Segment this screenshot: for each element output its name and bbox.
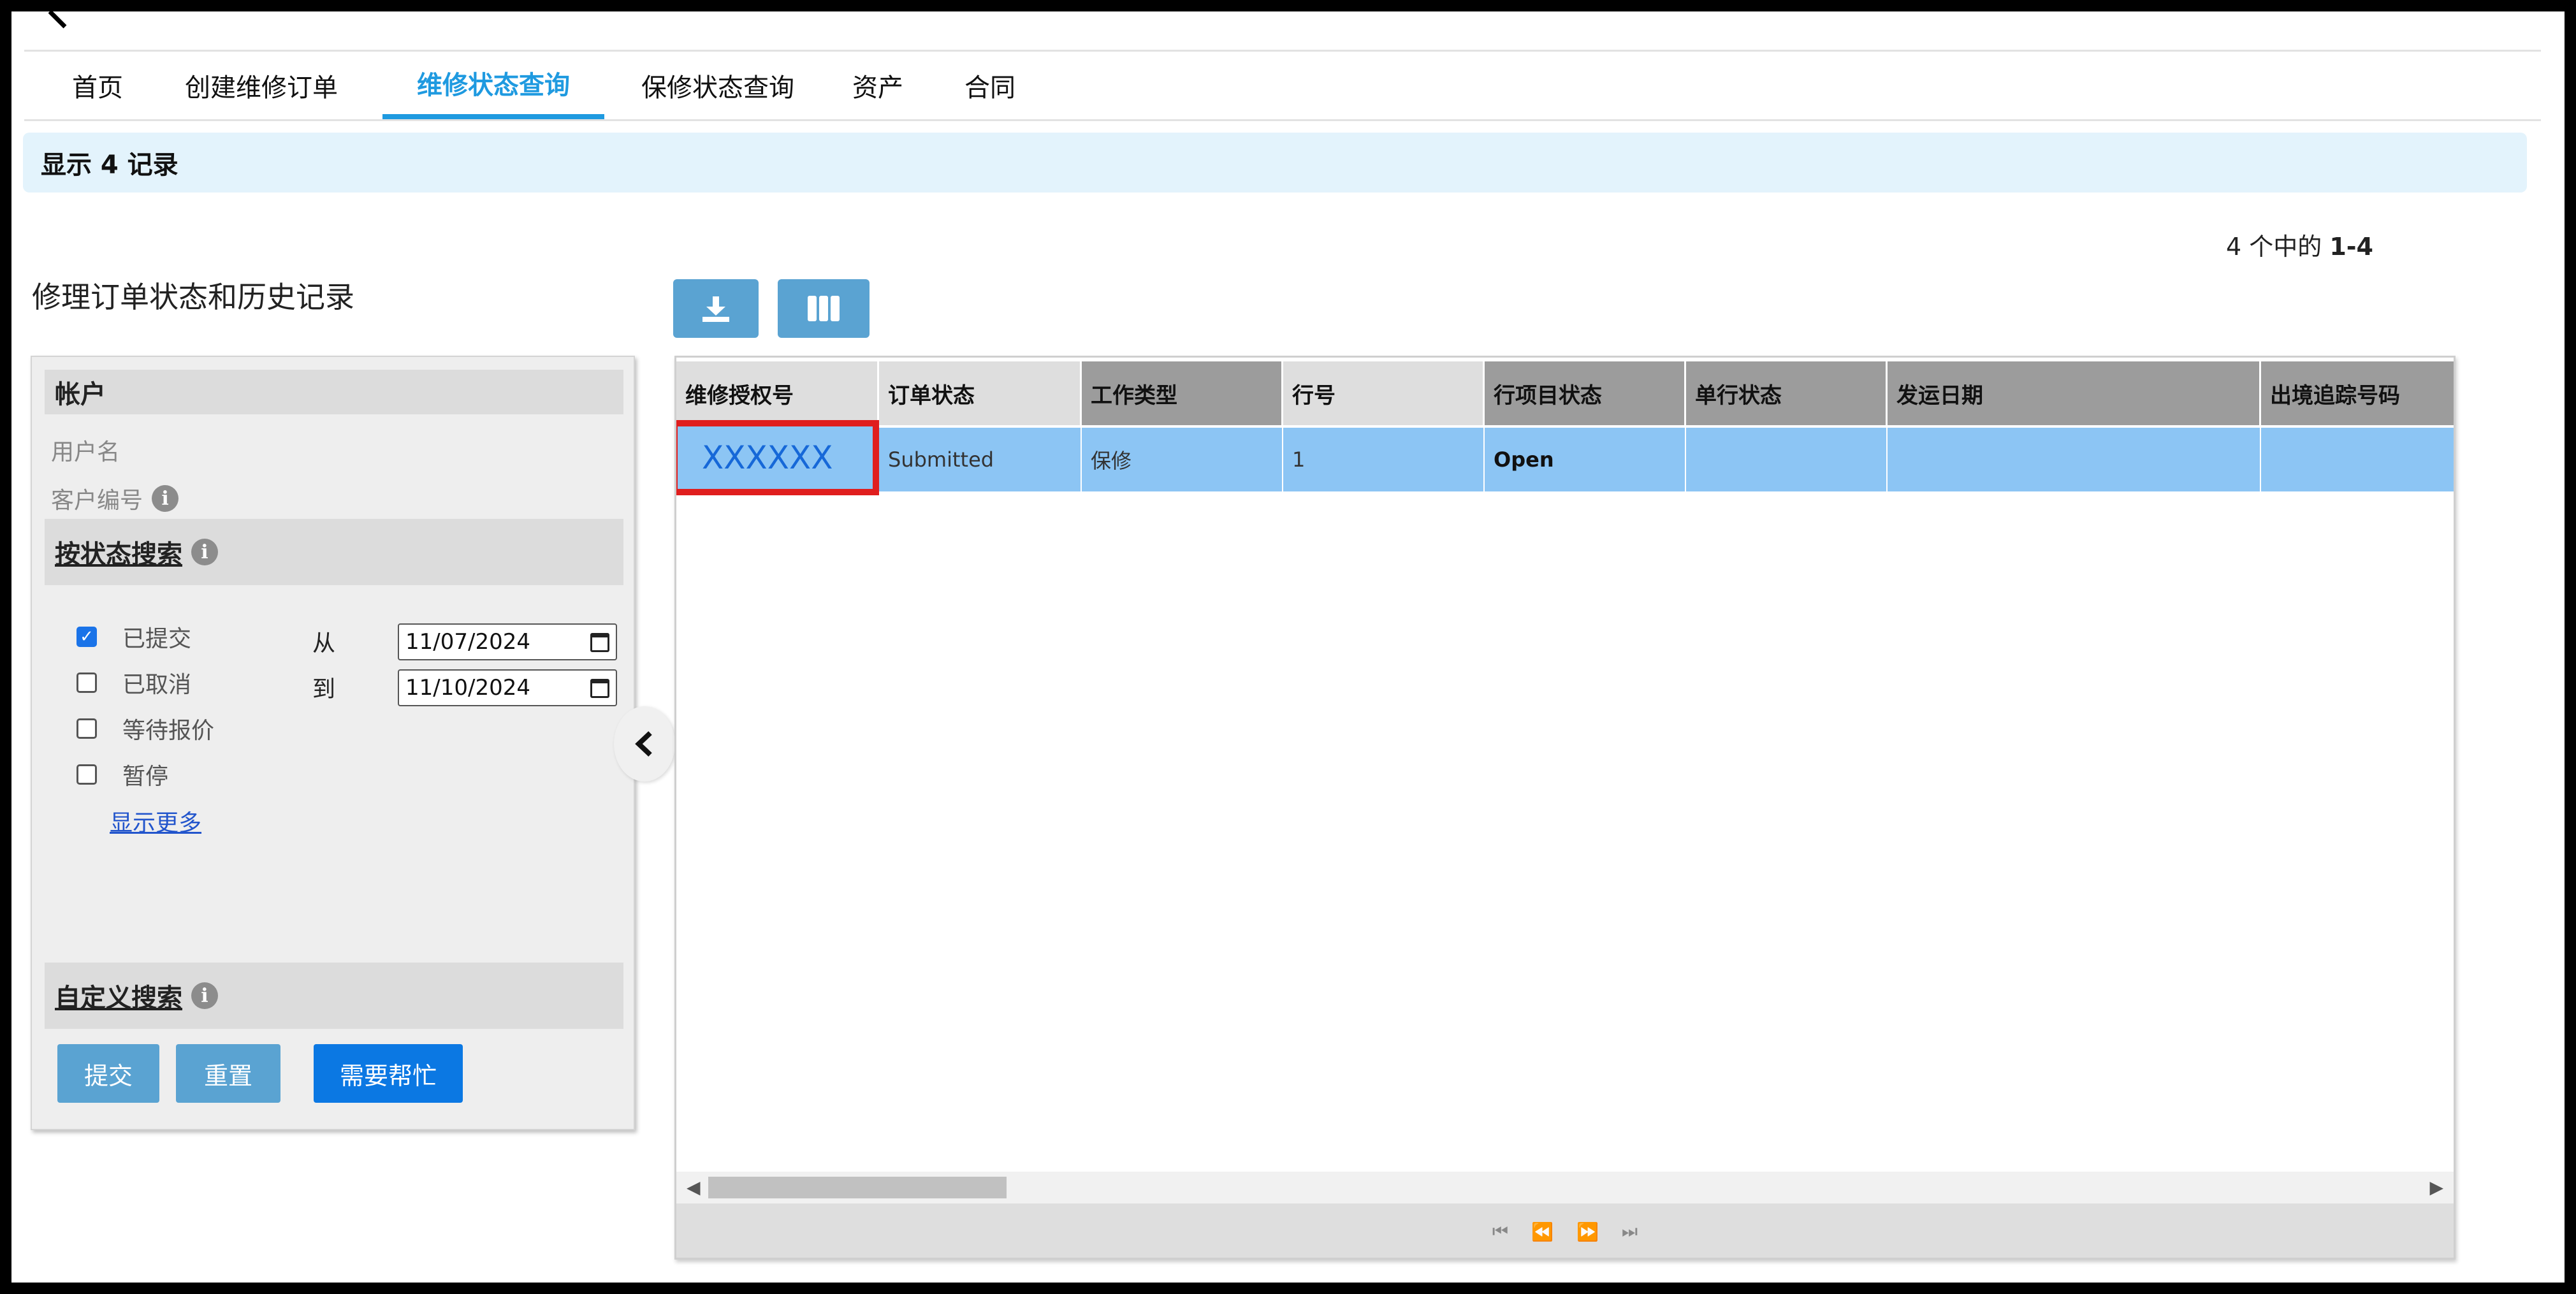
custom-search-header[interactable]: 自定义搜索 i <box>45 963 623 1029</box>
status-search-header[interactable]: 按状态搜索 i <box>45 519 623 585</box>
show-more-link[interactable]: 显示更多 <box>110 804 201 838</box>
last-page-icon[interactable]: ⏭ <box>1622 1221 1638 1242</box>
scrollbar-thumb[interactable] <box>708 1177 1007 1198</box>
scroll-right-icon[interactable]: ▶ <box>2429 1177 2443 1198</box>
checkbox-paused-row[interactable]: 暂停 <box>76 759 168 790</box>
checkbox-awaiting-quote[interactable] <box>76 718 97 739</box>
column-picker-button[interactable] <box>778 279 870 338</box>
calendar-icon[interactable] <box>590 679 609 698</box>
col-header-auth-no[interactable]: 维修授权号 <box>676 361 879 425</box>
download-icon <box>702 296 729 322</box>
col-header-line-item-status[interactable]: 行项目状态 <box>1485 361 1686 425</box>
grid-pager: ⏮ ⏪ ⏩ ⏭ <box>676 1203 2454 1258</box>
col-header-ship-date[interactable]: 发运日期 <box>1888 361 2261 425</box>
top-nav: 首页 创建维修订单 维修状态查询 保修状态查询 资产 合同 <box>24 50 2541 121</box>
calendar-icon[interactable] <box>590 633 609 652</box>
repair-orders-grid: 维修授权号 订单状态 工作类型 行号 行项目状态 单行状态 发运日期 出境追踪号… <box>674 356 2456 1260</box>
app-frame: 首页 创建维修订单 维修状态查询 保修状态查询 资产 合同 显示 4 记录 4 … <box>11 11 2565 1283</box>
single-line-status-cell <box>1686 428 1888 491</box>
col-header-order-status[interactable]: 订单状态 <box>879 361 1082 425</box>
pager-count: 4 个中的 1-4 <box>2226 233 2373 261</box>
col-header-tracking-no[interactable]: 出境追踪号码 <box>2261 361 2454 425</box>
prev-page-icon[interactable]: ⏪ <box>1531 1221 1554 1242</box>
tracking-no-cell <box>2261 428 2454 491</box>
info-icon[interactable]: i <box>191 982 218 1009</box>
line-no-cell: 1 <box>1283 428 1485 491</box>
username-label: 用户名 <box>51 439 120 465</box>
order-status-cell: Submitted <box>879 428 1082 491</box>
submit-button[interactable]: 提交 <box>57 1044 159 1103</box>
ship-date-cell <box>1888 428 2261 491</box>
next-page-icon[interactable]: ⏩ <box>1576 1221 1599 1242</box>
checkbox-cancelled-row[interactable]: 已取消 <box>76 667 191 699</box>
from-date-input[interactable]: 11/07/2024 <box>398 623 617 660</box>
section-title: 修理订单状态和历史记录 <box>32 280 354 314</box>
corner-arrow-icon <box>48 11 67 29</box>
collapse-panel-button[interactable] <box>614 706 675 781</box>
columns-icon <box>808 296 840 321</box>
from-label: 从 <box>312 630 336 657</box>
search-panel: 帐户 用户名 客户编号 i 按状态搜索 i ✓ 已提交 已取消 等待报价 暂停 … <box>31 356 635 1130</box>
chevron-left-icon <box>635 731 652 757</box>
horizontal-scrollbar[interactable]: ◀ ▶ <box>676 1172 2454 1203</box>
tab-repair-status[interactable]: 维修状态查询 <box>382 52 604 119</box>
table-row[interactable]: Submitted 保修 1 Open <box>676 428 2454 491</box>
checkbox-submitted[interactable]: ✓ <box>76 627 97 647</box>
download-button[interactable] <box>673 279 759 338</box>
account-header: 帐户 <box>45 370 623 414</box>
checkbox-paused[interactable] <box>76 764 97 785</box>
tab-create-repair-order[interactable]: 创建维修订单 <box>166 52 357 119</box>
tab-home[interactable]: 首页 <box>62 52 133 119</box>
records-count-text: 显示 4 记录 <box>41 150 178 180</box>
col-header-single-line-status[interactable]: 单行状态 <box>1686 361 1888 425</box>
tab-contracts[interactable]: 合同 <box>955 52 1025 119</box>
auth-no-link[interactable]: XXXXXX <box>676 420 879 495</box>
info-icon[interactable]: i <box>152 485 179 512</box>
line-item-status-cell: Open <box>1485 428 1686 491</box>
first-page-icon[interactable]: ⏮ <box>1492 1221 1508 1242</box>
checkbox-cancelled[interactable] <box>76 672 97 693</box>
info-icon[interactable]: i <box>191 539 218 565</box>
col-header-work-type[interactable]: 工作类型 <box>1082 361 1283 425</box>
tab-assets[interactable]: 资产 <box>843 52 913 119</box>
checkbox-submitted-row[interactable]: ✓ 已提交 <box>76 621 191 653</box>
to-label: 到 <box>312 676 336 702</box>
to-date-input[interactable]: 11/10/2024 <box>398 669 617 706</box>
records-banner: 显示 4 记录 <box>23 133 2527 193</box>
col-header-line-no[interactable]: 行号 <box>1283 361 1485 425</box>
customer-no-label: 客户编号 i <box>51 482 179 515</box>
reset-button[interactable]: 重置 <box>176 1044 280 1103</box>
checkbox-awaiting-quote-row[interactable]: 等待报价 <box>76 713 214 745</box>
work-type-cell: 保修 <box>1082 428 1283 491</box>
help-button[interactable]: 需要帮忙 <box>314 1044 463 1103</box>
tab-warranty-status[interactable]: 保修状态查询 <box>616 52 820 119</box>
scroll-left-icon[interactable]: ◀ <box>687 1177 701 1198</box>
